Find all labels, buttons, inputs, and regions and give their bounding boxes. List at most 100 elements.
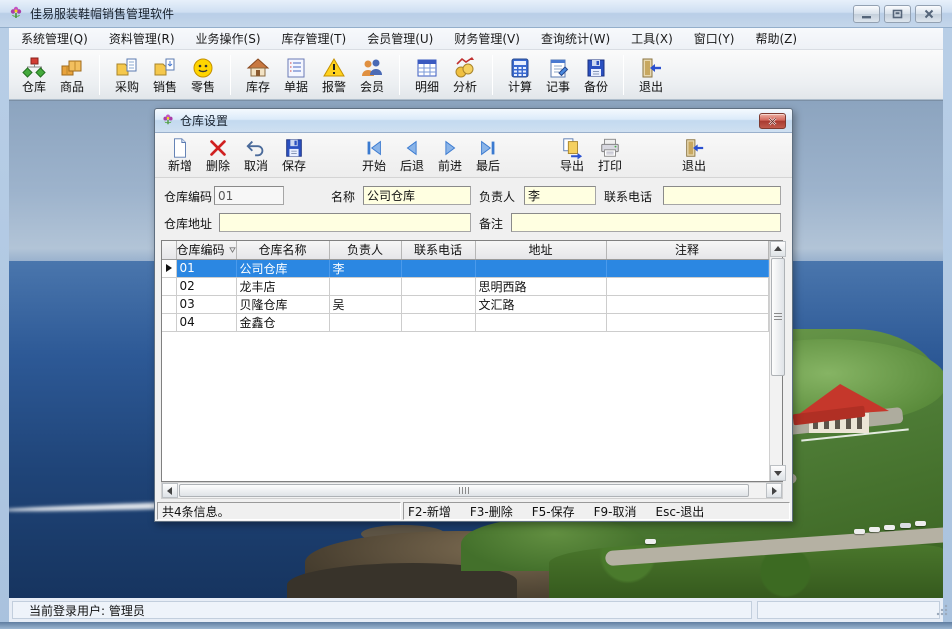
- menu-item-8[interactable]: 工具(X): [623, 27, 681, 50]
- dialog-toolbar-button-save[interactable]: 保存: [275, 134, 313, 176]
- vertical-scrollbar[interactable]: [769, 241, 783, 481]
- toolbar-button-exit[interactable]: 退出: [632, 52, 670, 98]
- toolbar-button-members[interactable]: 会员: [353, 52, 391, 98]
- dialog-toolbar-button-export[interactable]: 导出: [553, 134, 591, 176]
- dialog-close-button[interactable]: [759, 113, 786, 129]
- toolbar-button-detail[interactable]: 明细: [408, 52, 446, 98]
- cell: 02: [176, 277, 236, 295]
- toolbar-button-goods[interactable]: 商品: [53, 52, 91, 98]
- column-header-3[interactable]: 负责人: [329, 241, 401, 259]
- dialog-toolbar-button-label: 取消: [244, 160, 268, 173]
- resize-grip[interactable]: [936, 604, 948, 616]
- column-header-1[interactable]: 仓库编码: [176, 241, 236, 259]
- menu-item-1[interactable]: 系统管理(Q): [13, 27, 96, 50]
- manager-input[interactable]: [524, 186, 596, 205]
- dialog-toolbar-button-label: 最后: [476, 160, 500, 173]
- column-header-4[interactable]: 联系电话: [401, 241, 475, 259]
- menu-item-9[interactable]: 窗口(Y): [686, 27, 743, 50]
- horizontal-scrollbar[interactable]: [161, 482, 783, 499]
- hotkey-hint: F2-新增: [408, 503, 451, 520]
- toolbar-button-label: 零售: [191, 81, 215, 94]
- dialog-toolbar-button-next[interactable]: 前进: [431, 134, 469, 176]
- scroll-left-button[interactable]: [162, 483, 178, 498]
- menu-item-2[interactable]: 资料管理(R): [101, 27, 183, 50]
- phone-input[interactable]: [663, 186, 781, 205]
- dialog-toolbar-button-cancel[interactable]: 取消: [237, 134, 275, 176]
- toolbar-button-notes[interactable]: 记事: [539, 52, 577, 98]
- scroll-down-button[interactable]: [770, 465, 786, 481]
- toolbar-button-label: 计算: [508, 81, 532, 94]
- restore-button[interactable]: [884, 5, 911, 23]
- menu-item-10[interactable]: 帮助(Z): [747, 27, 805, 50]
- vertical-scroll-thumb[interactable]: [771, 258, 785, 376]
- current-user: 当前登录用户: 管理员: [29, 602, 145, 619]
- dialog-toolbar-button-first[interactable]: 开始: [355, 134, 393, 176]
- cell: [606, 295, 768, 313]
- address-input[interactable]: [219, 213, 471, 232]
- toolbar-button-backup[interactable]: 备份: [577, 52, 615, 98]
- dialog-titlebar[interactable]: 仓库设置: [155, 109, 792, 133]
- column-header-6[interactable]: 注释: [606, 241, 768, 259]
- window-bottom-border: [0, 622, 952, 629]
- cell: 公司仓库: [236, 259, 329, 277]
- row-marker-header: [162, 241, 176, 259]
- scroll-right-button[interactable]: [766, 483, 782, 498]
- menu-item-5[interactable]: 会员管理(U): [359, 27, 441, 50]
- hotkeys-panel: F2-新增F3-删除F5-保存F9-取消Esc-退出: [403, 502, 790, 520]
- dialog-toolbar-button-label: 开始: [362, 160, 386, 173]
- toolbar-button-warehouse[interactable]: 仓库: [15, 52, 53, 98]
- cell: [401, 259, 475, 277]
- remark-input[interactable]: [511, 213, 781, 232]
- toolbar-separator: [399, 55, 400, 95]
- dialog-toolbar-button-label: 导出: [560, 160, 584, 173]
- column-header-2[interactable]: 仓库名称: [236, 241, 329, 259]
- menu-item-6[interactable]: 财务管理(V): [446, 27, 528, 50]
- toolbar-button-purchase[interactable]: 采购: [108, 52, 146, 98]
- column-header-5[interactable]: 地址: [475, 241, 606, 259]
- cell: 龙丰店: [236, 277, 329, 295]
- toolbar-button-documents[interactable]: 单据: [277, 52, 315, 98]
- warehouse-name-input[interactable]: [363, 186, 471, 205]
- scroll-up-button[interactable]: [770, 241, 786, 257]
- cell: [401, 277, 475, 295]
- photo-car: [900, 523, 911, 528]
- toolbar-button-sales[interactable]: 销售: [146, 52, 184, 98]
- dialog-toolbar-button-new[interactable]: 新增: [161, 134, 199, 176]
- last-icon: [477, 137, 499, 159]
- cell: 03: [176, 295, 236, 313]
- thumb-grip: [459, 487, 469, 494]
- toolbar-button-analysis[interactable]: 分析: [446, 52, 484, 98]
- table-row[interactable]: 02龙丰店思明西路: [162, 277, 768, 295]
- toolbar-button-inventory[interactable]: 库存: [239, 52, 277, 98]
- close-button[interactable]: [915, 5, 942, 23]
- menu-item-7[interactable]: 查询统计(W): [533, 27, 618, 50]
- dialog-toolbar-button-last[interactable]: 最后: [469, 134, 507, 176]
- menu-item-4[interactable]: 库存管理(T): [274, 27, 355, 50]
- first-icon: [363, 137, 385, 159]
- cell: [475, 313, 606, 331]
- toolbar-button-label: 采购: [115, 81, 139, 94]
- dialog-toolbar-button-exit[interactable]: 退出: [675, 134, 713, 176]
- warehouse-code-input[interactable]: [214, 186, 284, 205]
- horizontal-scroll-thumb[interactable]: [179, 484, 749, 497]
- documents-icon: [284, 56, 308, 80]
- toolbar-button-alarm[interactable]: 报警: [315, 52, 353, 98]
- table-row[interactable]: 01公司仓库李: [162, 259, 768, 277]
- dialog-toolbar-button-delete[interactable]: 删除: [199, 134, 237, 176]
- notes-icon: [546, 56, 570, 80]
- toolbar-button-label: 报警: [322, 81, 346, 94]
- menu-item-3[interactable]: 业务操作(S): [188, 27, 269, 50]
- dialog-toolbar-button-print[interactable]: 打印: [591, 134, 629, 176]
- table-row[interactable]: 03贝隆仓库吴文汇路: [162, 295, 768, 313]
- toolbar-button-label: 单据: [284, 81, 308, 94]
- analysis-icon: [453, 56, 477, 80]
- toolbar-button-retail[interactable]: 零售: [184, 52, 222, 98]
- table-row[interactable]: 04金鑫仓: [162, 313, 768, 331]
- photo-car: [869, 527, 880, 532]
- toolbar-button-calculator[interactable]: 计算: [501, 52, 539, 98]
- minimize-button[interactable]: [853, 5, 880, 23]
- toolbar-button-label: 销售: [153, 81, 177, 94]
- hotkey-hint: F9-取消: [594, 503, 637, 520]
- dialog-toolbar-button-prev[interactable]: 后退: [393, 134, 431, 176]
- new-icon: [169, 137, 191, 159]
